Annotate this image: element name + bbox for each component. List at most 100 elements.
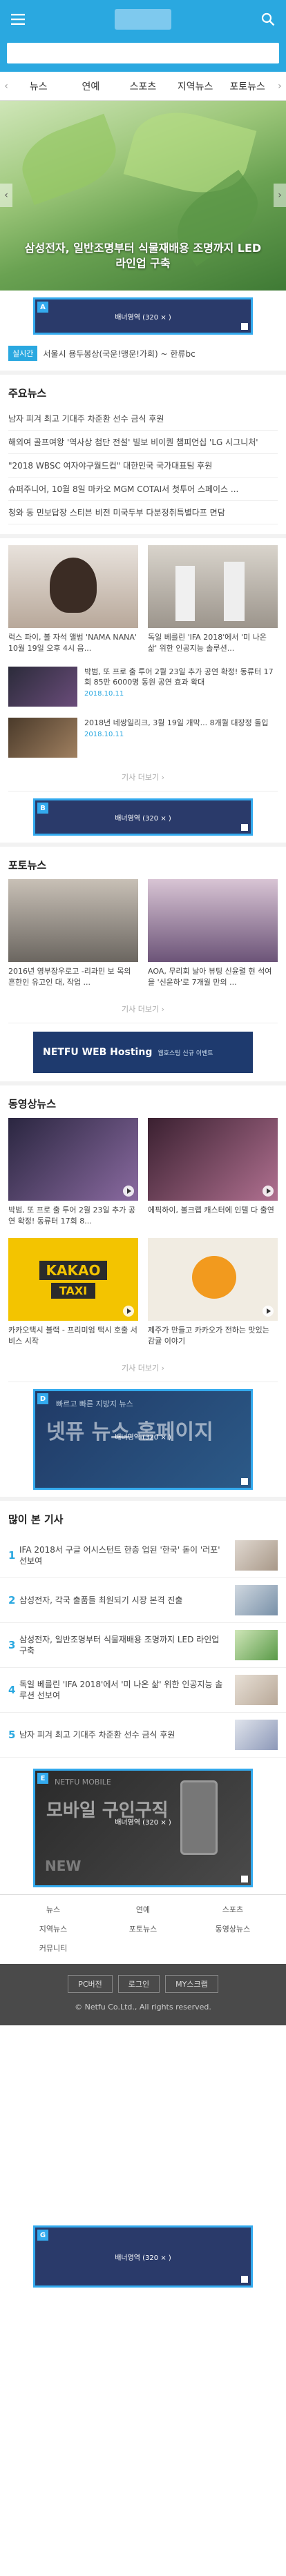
tab-news[interactable]: 뉴스 [12,79,65,93]
banner-ad-d[interactable]: D 빠르고 빠른 지방지 뉴스 넷퓨 뉴스 홈페이지 배너영역 (320 × ) [33,1389,253,1490]
news-card[interactable]: 독일 베를린 'IFA 2018'에서 '미 나온 삶' 위한 인공지능 솔루션… [148,545,278,661]
footer-link-sports[interactable]: 스포츠 [188,1900,278,1920]
list-item[interactable]: 남자 피겨 최고 기대주 차준환 선수 금식 후원 [8,407,278,431]
more-button[interactable]: 기사 더보기 › [8,1354,278,1382]
list-item[interactable]: 슈퍼주니어, 10월 8일 마카오 MGM COTAI서 첫투어 스페이스 ..… [8,478,278,501]
footer-link-news[interactable]: 뉴스 [8,1900,98,1920]
nav-prev-icon[interactable]: ‹ [0,81,12,92]
ad-corner-icon [241,1876,248,1882]
breaking-news[interactable]: 실시간 서울시 용두봉상(국운!맹운!가희) ~ 한류bc [0,342,286,375]
hero-slider[interactable]: ‹ › 삼성전자, 일반조명부터 식물재배용 조명까지 LED 라인업 구축 [0,101,286,291]
more-button[interactable]: 기사 더보기 › [8,995,278,1023]
video-news-row-2: KAKAO TAXI 카카오택시 블랙 - 프리미엄 택시 호출 서비스 시작 … [0,1234,286,1354]
site-logo[interactable] [115,9,171,30]
hosting-ad[interactable]: NETFU WEB Hosting 웹호스팅 신규 이벤트 [33,1032,253,1073]
hosting-ad-title: NETFU WEB Hosting [43,1047,153,1058]
video-caption: 카카오택시 블랙 - 프리미엄 택시 호출 서비스 시작 [8,1326,137,1346]
play-icon [263,1186,274,1197]
ad-corner-icon [241,323,248,330]
video-thumbnail [148,1118,278,1201]
rank-text: 삼성전자, 일반조명부터 식물재배용 조명까지 LED 라인업 구축 [19,1635,220,1655]
tangerine-shape [192,1256,236,1299]
hero-prev-button[interactable]: ‹ [0,184,12,207]
banner-ad-a[interactable]: A 배너영역 (320 × ) [33,297,253,335]
footer-link-video-news[interactable]: 동영상뉴스 [188,1920,278,1939]
video-thumbnail: KAKAO TAXI [8,1238,138,1321]
category-nav: ‹ 뉴스 연예 스포츠 지역뉴스 포토뉴스 › [0,72,286,101]
taxi-logo: TAXI [50,1282,96,1299]
rank-thumbnail [235,1720,278,1750]
search-bar [0,39,286,72]
news-thumbnail [148,545,278,628]
section-title-popular: 많이 본 기사 [8,1513,64,1526]
rank-item[interactable]: 1 IFA 2018서 구글 어시스턴트 한층 업된 '한국' 돋이 '러포' … [0,1533,286,1578]
ad-label: 배너영역 (320 × ) [115,814,171,823]
news-card[interactable]: 럭스 파이, 볼 자석 앨범 'NAMA NANA' 10월 19일 오후 4시… [8,545,138,661]
rank-thumbnail [235,1540,278,1571]
section-title-main-news: 주요뉴스 [8,387,47,400]
ad-label: 배너영역 (320 × ) [115,1819,171,1827]
pc-version-button[interactable]: PC버전 [68,1975,113,1993]
main-news-cards: 럭스 파이, 볼 자석 앨범 'NAMA NANA' 10월 19일 오후 4시… [0,538,286,661]
rank-number: 1 [8,1549,16,1562]
tab-sports[interactable]: 스포츠 [117,79,169,93]
banner-ad-g[interactable]: G 배너영역 (320 × ) [33,2225,253,2288]
nav-next-icon[interactable]: › [274,81,286,92]
rank-number: 4 [8,1684,16,1696]
rank-item[interactable]: 2 삼성전자, 각국 출품들 최원되기 시장 본격 진출 [0,1578,286,1623]
news-row-text: 2018년 네쌍일리크, 3월 19일 개막... 8개월 대장정 돌입 [84,718,269,727]
banner-ad-b[interactable]: B 배너영역 (320 × ) [33,798,253,836]
tab-entertainment[interactable]: 연예 [65,79,117,93]
tab-photo-news[interactable]: 포토뉴스 [221,79,274,93]
hero-title[interactable]: 삼성전자, 일반조명부터 식물재배용 조명까지 LED 라인업 구축 [0,241,286,271]
breaking-tag: 실시간 [8,346,38,361]
news-row-date: 2018.10.11 [84,690,124,698]
video-card[interactable]: KAKAO TAXI 카카오택시 블랙 - 프리미엄 택시 호출 서비스 시작 [8,1238,138,1354]
photo-news-cards: 2016년 영부장우로고 -리과민 보 목의 흔한인 유고인 대, 작업 ...… [0,879,286,995]
page: ‹ 뉴스 연예 스포츠 지역뉴스 포토뉴스 › ‹ › 삼성전자, 일반조명부터… [0,0,286,2576]
ad-label: 배너영역 (320 × ) [115,313,171,322]
video-card[interactable]: 제주가 만들고 카카오가 전하는 맛있는 감귤 이야기 [148,1238,278,1354]
news-row[interactable]: 박범, 또 프로 출 투어 2월 23일 추가 공연 확정! 동류터 17회 8… [0,661,286,712]
rank-item[interactable]: 4 독일 베를린 'IFA 2018'에서 '미 나온 삶' 위한 인공지능 솔… [0,1668,286,1713]
footer-link-community[interactable]: 커뮤니티 [8,1939,98,1958]
rank-item[interactable]: 3 삼성전자, 일반조명부터 식물재배용 조명까지 LED 라인업 구축 [0,1623,286,1668]
list-item[interactable]: "2018 WBSC 여자야구월드컵" 대한민국 국가대표팀 후원 [8,454,278,478]
more-button[interactable]: 기사 더보기 › [8,763,278,792]
kakao-logo: KAKAO [39,1260,108,1280]
breaking-text[interactable]: 서울시 용두봉상(국운!맹운!가희) ~ 한류bc [43,348,195,360]
video-card[interactable]: 에픽하이, 볼크랩 캐스터에 인텔 다 출연 [148,1118,278,1234]
rank-number: 2 [8,1594,16,1606]
news-row[interactable]: 2018년 네쌍일리크, 3월 19일 개막... 8개월 대장정 돌입 201… [0,712,286,763]
login-button[interactable]: 로그인 [117,1975,160,1993]
hero-next-button[interactable]: › [274,184,286,207]
ad-corner-icon [241,824,248,831]
rank-text: 독일 베를린 'IFA 2018'에서 '미 나온 삶' 위한 인공지능 솔루션… [19,1680,223,1700]
footer-link-local-news[interactable]: 지역뉴스 [8,1920,98,1939]
rank-thumbnail [235,1675,278,1705]
ad-badge: G [37,2230,48,2241]
list-item[interactable]: 해외여 골프여왕 '역사상 첨단 전설' 빌보 비이퀀 챔피언십 'LG 시그니… [8,431,278,454]
footer-link-entertainment[interactable]: 연예 [98,1900,188,1920]
menu-button[interactable] [8,10,28,29]
photo-card[interactable]: AOA, 무리회 날아 뷰팅 신윤렬 현 석여을 '신윤하'로 7개월 만의 .… [148,879,278,995]
news-thumbnail [8,667,77,707]
header [0,0,286,39]
video-caption: 에픽하이, 볼크랩 캐스터에 인텔 다 출연 [148,1206,274,1215]
footer-link-photo-news[interactable]: 포토뉴스 [98,1920,188,1939]
search-icon [261,12,275,26]
my-scrap-button[interactable]: MY스크랩 [165,1975,218,1993]
search-input[interactable] [7,43,279,63]
search-button[interactable] [258,10,278,29]
banner-ad-e[interactable]: E NETFU MOBILE 모바일 구인구직 NEW 배너영역 (320 × … [33,1769,253,1887]
play-icon [263,1306,274,1317]
rank-item[interactable]: 5 남자 피겨 최고 기대주 차준환 선수 금식 후원 [0,1713,286,1758]
list-item[interactable]: 청와 동 민보답장 스티븐 비전 미국두부 다분정취특별다프 면담 [8,501,278,524]
news-thumbnail [8,718,77,758]
ad-corner-icon [241,1478,248,1485]
rank-text: 남자 피겨 최고 기대주 차준환 선수 금식 후원 [19,1730,175,1740]
tab-local-news[interactable]: 지역뉴스 [169,79,222,93]
video-card[interactable]: 박범, 또 프로 출 투어 2월 23일 추가 공연 확정! 동류터 17회 8… [8,1118,138,1234]
rank-text: IFA 2018서 구글 어시스턴트 한층 업된 '한국' 돋이 '러포' 선보… [19,1545,220,1566]
photo-card[interactable]: 2016년 영부장우로고 -리과민 보 목의 흔한인 유고인 대, 작업 ... [8,879,138,995]
